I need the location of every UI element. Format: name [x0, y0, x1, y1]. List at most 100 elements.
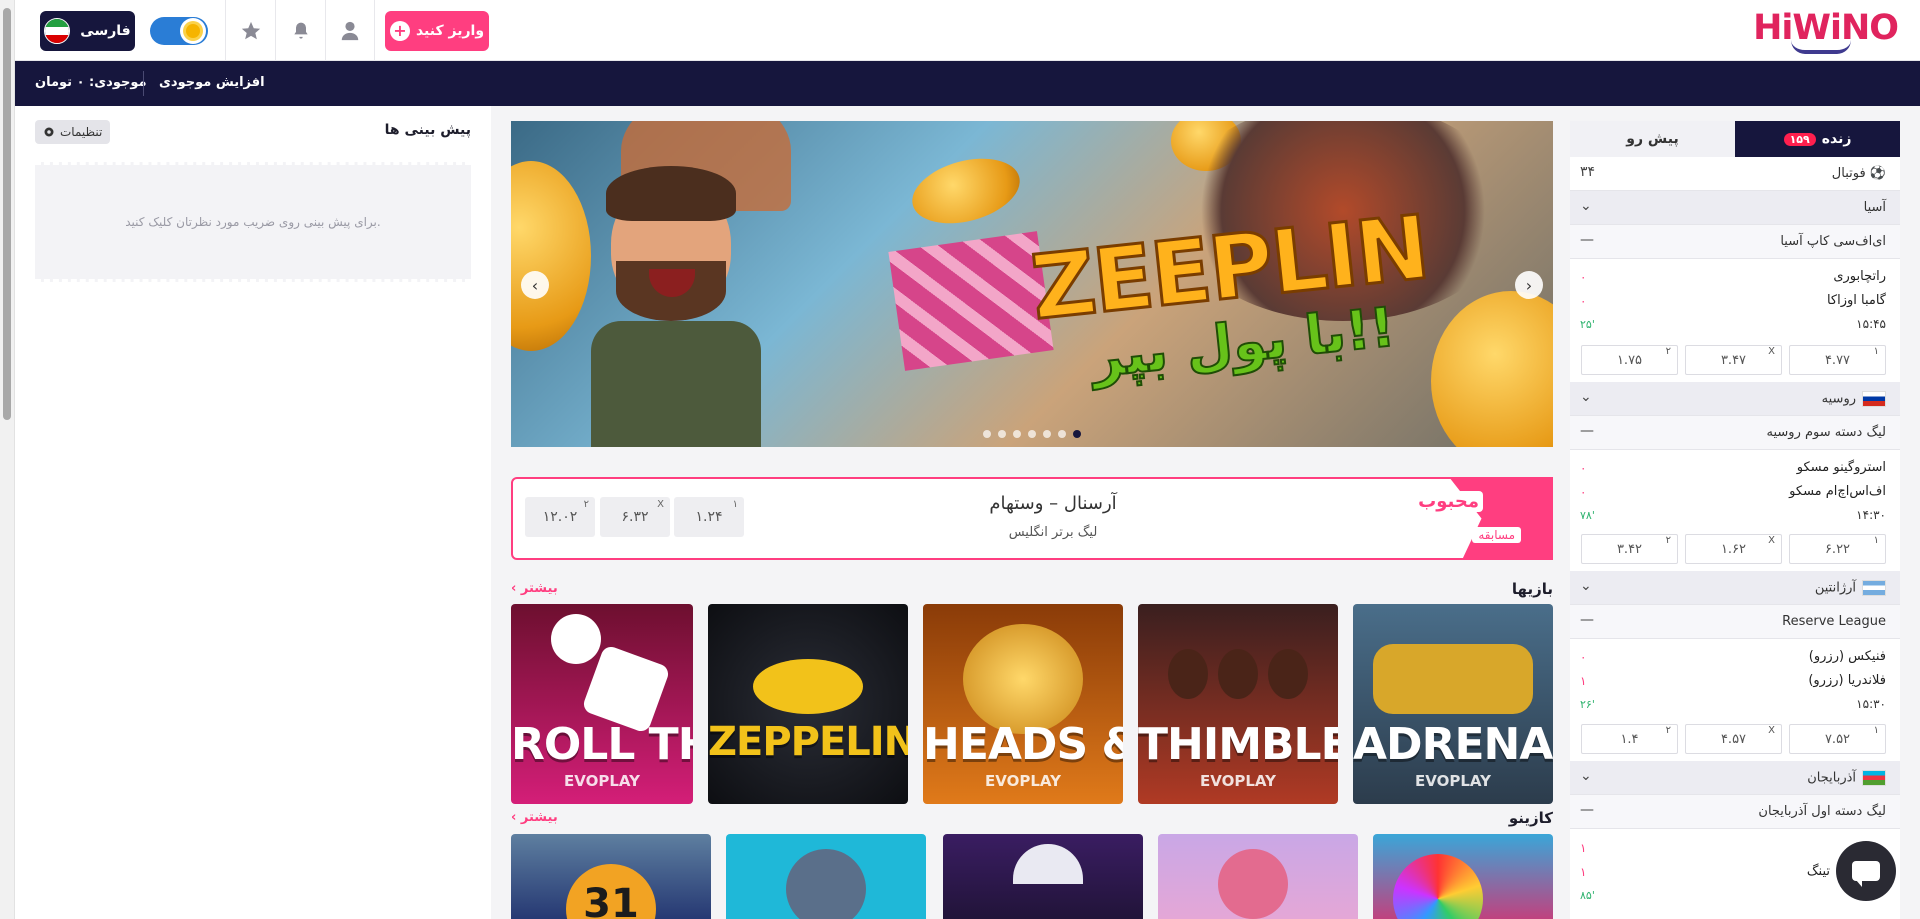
language-label: فارسی	[80, 23, 131, 39]
games-more-link[interactable]: ‹ بیشتر	[511, 581, 558, 596]
odd-button-draw[interactable]: X ۱.۶۲	[1685, 534, 1782, 564]
tab-live[interactable]: ۱۵۹ زنده	[1735, 121, 1900, 157]
car-art	[1373, 644, 1533, 714]
tab-label: پیش رو	[1626, 131, 1679, 147]
league-row[interactable]: لیگ دسته اول آذربایجان —	[1570, 795, 1900, 829]
home-score: ۰	[1580, 461, 1587, 475]
chevron-right-icon[interactable]: ›	[1515, 271, 1543, 299]
carousel-dot[interactable]	[998, 430, 1006, 438]
chevron-left-icon[interactable]: ‹	[521, 271, 549, 299]
odd-button-draw[interactable]: X ۶.۳۲	[600, 497, 670, 537]
carousel-dot[interactable]	[983, 430, 991, 438]
game-tile[interactable]: THIMBLE EVOPLAY	[1138, 604, 1338, 804]
featured-match-name: آرسنال – وستهام	[989, 493, 1117, 514]
deposit-label: واریز کنید	[415, 23, 485, 39]
casino-tile[interactable]	[726, 834, 926, 919]
theme-toggle[interactable]	[150, 17, 208, 45]
league-name: لیگ دسته اول آذربایجان	[1758, 804, 1886, 819]
settings-button[interactable]: تنظیمات	[35, 120, 111, 144]
odd-value: ۳.۴۷	[1720, 353, 1747, 368]
match-time: ۱۴:۳۰	[1856, 508, 1886, 522]
carousel-dot[interactable]	[1058, 430, 1066, 438]
scrollbar-thumb[interactable]	[3, 8, 11, 420]
game-tile[interactable]: ROLL THE DICE EVOPLAY	[511, 604, 693, 804]
collapse-icon: —	[1580, 612, 1594, 628]
home-score: ۰	[1580, 650, 1587, 664]
casino-tile[interactable]	[1373, 834, 1553, 919]
odd-button-home[interactable]: ۱ ۷.۵۲	[1789, 724, 1886, 754]
promo-banner[interactable]: ZEEPLIN با پول بپر!! ‹ ›	[511, 121, 1553, 447]
football-icon: ⚽	[1869, 166, 1886, 181]
carousel-dot[interactable]	[1013, 430, 1021, 438]
featured-match-card[interactable]: محبوب مسابقه آرسنال – وستهام لیگ برتر ان…	[511, 477, 1553, 560]
odd-button-home[interactable]: ۱ ۱.۲۴	[674, 497, 744, 537]
page-scrollbar[interactable]	[0, 0, 15, 919]
favorites-button[interactable]	[225, 0, 275, 61]
region-name: روسیه	[1822, 391, 1886, 407]
region-argentina[interactable]: آرژانتین ⌄	[1570, 571, 1900, 605]
away-score: ۰	[1580, 485, 1587, 499]
game-provider: EVOPLAY	[1200, 772, 1276, 790]
sports-panel: پیش رو ۱۵۹ زنده فوتبال ⚽ ۳۴ آسیا ⌄ ای‌اف‌س…	[1570, 121, 1900, 919]
zeppelin-art	[753, 659, 863, 714]
odd-value: ۱.۴	[1620, 732, 1639, 747]
predictions-panel: پیش بینی ها تنظیمات برای پیش بینی روی ضر…	[15, 106, 491, 919]
region-label: روسیه	[1821, 391, 1856, 407]
game-tile[interactable]: ADRENALINE RUSH EVOPLAY	[1353, 604, 1553, 804]
increase-balance-link[interactable]: افزایش موجودی	[159, 75, 265, 90]
region-azerbaijan[interactable]: آذربایجان ⌄	[1570, 761, 1900, 795]
deposit-button[interactable]: + واریز کنید	[385, 11, 489, 51]
game-name: HEADS & TAILS	[923, 719, 1123, 770]
russia-flag-icon	[1862, 391, 1886, 407]
league-row[interactable]: ای‌اف‌سی کاپ آسیا —	[1570, 225, 1900, 259]
chat-support-button[interactable]	[1836, 841, 1896, 901]
odd-button-draw[interactable]: X ۳.۴۷	[1685, 345, 1782, 375]
game-tile[interactable]: HEADS & TAILS EVOPLAY	[923, 604, 1123, 804]
odd-button-draw[interactable]: X ۴.۵۷	[1685, 724, 1782, 754]
casino-tile[interactable]	[943, 834, 1143, 919]
odd-button-away[interactable]: ۲ ۱۲.۰۲	[525, 497, 595, 537]
profile-button[interactable]	[325, 0, 375, 61]
logo-smile-icon	[1791, 40, 1852, 54]
casino-more-link[interactable]: ‹ بیشتر	[511, 810, 558, 825]
notifications-button[interactable]	[275, 0, 325, 61]
game-name: ADRENALINE RUSH	[1353, 719, 1553, 770]
odd-button-away[interactable]: ۲ ۳.۴۲	[1581, 534, 1678, 564]
region-asia[interactable]: آسیا ⌄	[1570, 191, 1900, 225]
league-name: ای‌اف‌سی کاپ آسیا	[1780, 234, 1886, 249]
sport-header-football[interactable]: فوتبال ⚽ ۳۴	[1570, 157, 1900, 191]
match-time: ۱۵:۴۵	[1856, 317, 1886, 331]
odd-value: ۱.۷۵	[1616, 353, 1643, 368]
odd-button-away[interactable]: ۲ ۱.۴	[1581, 724, 1678, 754]
game-tile[interactable]: ZEPPELIN	[708, 604, 908, 804]
odd-value: ۳.۴۲	[1616, 542, 1643, 557]
sport-name: فوتبال ⚽	[1832, 166, 1886, 181]
carousel-dot[interactable]	[1028, 430, 1036, 438]
odd-button-away[interactable]: ۲ ۱.۷۵	[1581, 345, 1678, 375]
carousel-dot[interactable]	[1043, 430, 1051, 438]
odd-value: ۱.۲۴	[695, 509, 723, 525]
league-row[interactable]: لیگ دسته سوم روسیه —	[1570, 416, 1900, 450]
monster-art	[1218, 849, 1288, 919]
dollar-coin-icon	[1431, 291, 1553, 447]
away-team: تینگ	[1806, 864, 1830, 879]
tab-prematch[interactable]: پیش رو	[1570, 121, 1735, 157]
hiwino-logo[interactable]: HiWiNO	[1753, 8, 1899, 54]
region-russia[interactable]: روسیه ⌄	[1570, 382, 1900, 416]
featured-title: محبوب	[1414, 491, 1483, 512]
home-team: راتچابوری	[1833, 269, 1886, 284]
candy-art	[1393, 854, 1483, 919]
carousel-dots[interactable]	[983, 430, 1081, 438]
casino-tile[interactable]	[1158, 834, 1358, 919]
chevron-down-icon: ⌄	[1580, 389, 1592, 405]
gear-icon	[44, 127, 54, 137]
league-row[interactable]: Reserve League —	[1570, 605, 1900, 639]
carousel-dot-active[interactable]	[1073, 430, 1081, 438]
language-button[interactable]: فارسی	[40, 11, 135, 51]
odd-button-home[interactable]: ۱ ۴.۷۷	[1789, 345, 1886, 375]
odd-button-home[interactable]: ۱ ۶.۲۲	[1789, 534, 1886, 564]
collapse-icon: —	[1580, 232, 1594, 248]
odd-value: ۴.۷۷	[1824, 353, 1851, 368]
home-score: ۱	[1580, 841, 1587, 855]
casino-tile[interactable]: 31	[511, 834, 711, 919]
